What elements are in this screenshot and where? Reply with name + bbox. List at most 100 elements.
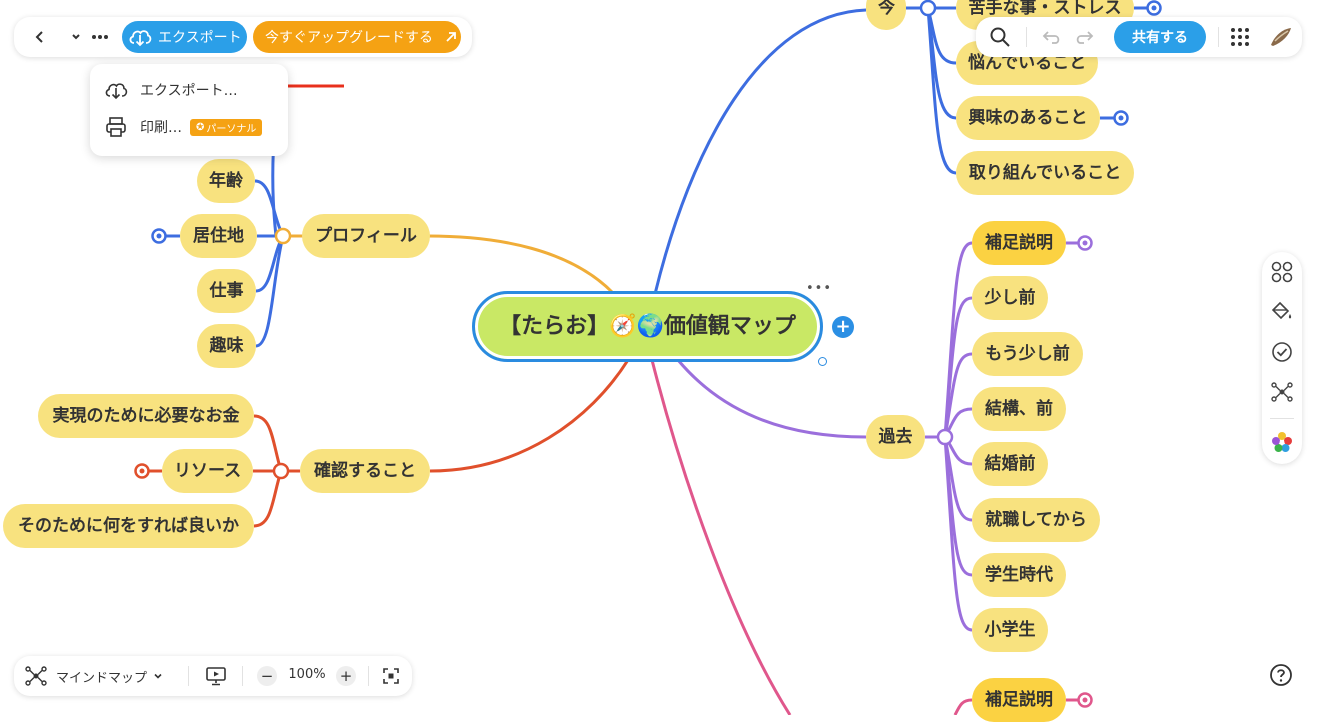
grid-dots-icon [1231, 28, 1249, 46]
export-button[interactable]: エクスポート [122, 21, 247, 53]
printer-icon [106, 117, 126, 137]
redo-button[interactable] [1072, 25, 1096, 49]
personal-badge: ✪ パーソナル [190, 118, 263, 136]
task-button[interactable] [1270, 340, 1294, 364]
search-icon [990, 27, 1010, 47]
hub-profile [274, 227, 292, 245]
chevron-down-icon [72, 34, 80, 40]
node-confirm[interactable]: 確認すること [300, 449, 430, 493]
top-left-toolbar: エクスポート 今すぐアップグレードする [14, 17, 472, 57]
fit-screen-icon [383, 668, 399, 684]
node-job[interactable]: 仕事 [197, 269, 256, 313]
edge-root-confirm [429, 359, 630, 473]
plus-icon: + [339, 667, 353, 685]
edge-confirm-c3 [253, 470, 283, 528]
edge-root-pink [650, 359, 792, 715]
node-past-3[interactable]: もう少し前 [972, 332, 1083, 376]
avatar-fish-icon [1271, 28, 1291, 46]
more-button[interactable] [88, 25, 112, 49]
menu-item-export-label: エクスポート… [140, 83, 238, 99]
node-hobby[interactable]: 趣味 [197, 324, 256, 368]
color-flower-icon [1272, 432, 1292, 452]
menu-item-print-label: 印刷… [140, 120, 182, 136]
avatar[interactable] [1268, 24, 1294, 50]
upgrade-button-label: 今すぐアップグレードする [265, 30, 433, 46]
edge-profile-c1 [254, 179, 285, 237]
zoom-out-button[interactable]: − [257, 666, 277, 686]
bottom-toolbar: マインドマップ − 100% + [14, 656, 412, 696]
root-node[interactable]: 【たらお】🧭🌍価値観マップ [472, 291, 823, 362]
edge-root-profile [427, 234, 614, 294]
chevron-down-icon [154, 673, 162, 679]
personal-badge-label: パーソナル [206, 123, 257, 135]
node-past-8[interactable]: 小学生 [972, 608, 1048, 652]
node-past-6[interactable]: 就職してから [972, 498, 1100, 542]
node-past-4[interactable]: 結構、前 [972, 387, 1066, 431]
more-dots-icon [92, 35, 108, 39]
file-menu-button[interactable] [66, 25, 86, 49]
hub-confirm [272, 462, 290, 480]
add-child-button[interactable]: + [832, 316, 854, 338]
edge-root-now [653, 8, 867, 295]
view-mode-label: マインドマップ [56, 670, 148, 686]
star-icon: ✪ [196, 121, 205, 133]
cloud-download-icon [105, 83, 128, 100]
arrow-up-right-icon [446, 32, 456, 42]
node-past-2[interactable]: 少し前 [972, 276, 1048, 320]
right-sidebar [1262, 252, 1302, 464]
zoom-level: 100% [288, 667, 326, 682]
paint-bucket-icon [1271, 301, 1292, 320]
share-button[interactable]: 共有する [1114, 21, 1206, 53]
export-dropdown-menu: エクスポート… 印刷… ✪ パーソナル [90, 64, 288, 156]
undo-button[interactable] [1040, 25, 1064, 49]
node-more-icon[interactable]: ••• [806, 281, 832, 296]
edge-confirm-c1 [253, 414, 283, 472]
presentation-icon [206, 667, 226, 686]
redo-icon [1076, 31, 1094, 44]
menu-item-export[interactable]: エクスポート… [104, 75, 238, 105]
help-button[interactable] [1266, 660, 1296, 690]
shapes-icon [1271, 261, 1293, 283]
node-confirm-2[interactable]: リソース [162, 449, 253, 493]
view-mode-selector[interactable]: マインドマップ [24, 663, 174, 689]
fit-to-screen-button[interactable] [380, 665, 402, 687]
node-past-5[interactable]: 結婚前 [972, 442, 1048, 486]
node-pink-1[interactable]: 補足説明 [972, 678, 1066, 722]
presentation-button[interactable] [204, 664, 228, 688]
hub-now [919, 0, 937, 17]
mindmap-structure-icon [25, 666, 47, 686]
back-button[interactable] [28, 25, 52, 49]
node-past-7[interactable]: 学生時代 [972, 553, 1066, 597]
node-residence[interactable]: 居住地 [180, 214, 257, 258]
node-past[interactable]: 過去 [866, 415, 925, 459]
search-button[interactable] [988, 25, 1012, 49]
help-icon [1270, 664, 1292, 686]
top-right-toolbar: 共有する [976, 17, 1302, 57]
sticker-button[interactable] [1270, 430, 1294, 454]
node-profile[interactable]: プロフィール [302, 214, 430, 258]
apps-button[interactable] [1228, 25, 1252, 49]
node-age[interactable]: 年齢 [197, 159, 255, 203]
upgrade-button[interactable]: 今すぐアップグレードする [253, 21, 461, 53]
node-now-4[interactable]: 取り組んでいること [956, 151, 1134, 195]
menu-item-print[interactable]: 印刷… ✪ パーソナル [104, 112, 263, 142]
zoom-in-button[interactable]: + [336, 666, 356, 686]
hub-past [936, 428, 954, 446]
edge-root-past [676, 359, 867, 439]
edge-pink-c1 [953, 698, 973, 715]
node-confirm-1[interactable]: 実現のために必要なお金 [38, 394, 254, 438]
cloud-download-icon [129, 30, 152, 47]
node-confirm-3[interactable]: そのために何をすれば良いか [3, 504, 254, 548]
structure-button[interactable] [1270, 380, 1294, 404]
check-circle-icon [1272, 342, 1292, 362]
style-panel-button[interactable] [1270, 260, 1294, 284]
minus-icon: − [260, 667, 274, 685]
node-now-3[interactable]: 興味のあること [956, 96, 1100, 140]
share-button-label: 共有する [1132, 30, 1188, 46]
resize-handle[interactable] [818, 357, 827, 366]
node-past-1[interactable]: 補足説明 [972, 221, 1066, 265]
undo-icon [1042, 31, 1060, 44]
chevron-left-icon [35, 31, 43, 43]
mindmap-structure-icon [1271, 382, 1293, 402]
format-button[interactable] [1270, 300, 1294, 324]
